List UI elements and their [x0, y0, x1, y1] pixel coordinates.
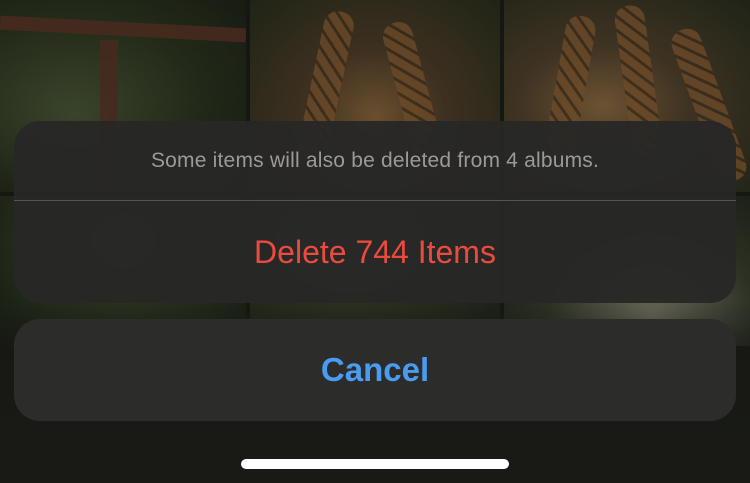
fence-rail	[0, 15, 246, 43]
cancel-button[interactable]: Cancel	[14, 319, 736, 421]
sheet-message: Some items will also be deleted from 4 a…	[150, 148, 600, 172]
delete-items-button[interactable]: Delete 744 Items	[14, 201, 736, 303]
delete-confirmation-screen: Some items will also be deleted from 4 a…	[0, 0, 750, 483]
delete-action-sheet: Some items will also be deleted from 4 a…	[14, 121, 736, 303]
home-indicator[interactable]	[241, 459, 509, 469]
